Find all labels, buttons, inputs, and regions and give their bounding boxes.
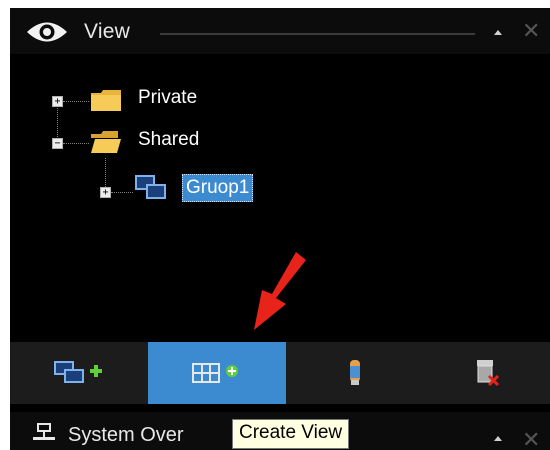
expand-icon[interactable]: + — [52, 96, 63, 107]
collapse-icon[interactable] — [494, 436, 502, 441]
tree-item-label: Gruop1 — [182, 174, 254, 202]
edit-icon — [350, 360, 360, 385]
eye-icon — [27, 22, 67, 42]
add-group-button[interactable] — [10, 342, 148, 404]
panel-title: View — [84, 20, 130, 43]
delete-icon — [477, 360, 500, 387]
add-group-icon — [54, 361, 102, 383]
close-icon[interactable]: ✕ — [522, 427, 540, 450]
view-panel-header: View ✕ — [10, 8, 550, 54]
network-icon — [33, 423, 55, 440]
collapse-node-icon[interactable]: − — [52, 138, 63, 149]
group-icon — [135, 175, 166, 199]
system-overview-title: System Over — [68, 424, 184, 446]
red-arrow-annotation — [254, 252, 306, 330]
view-toolbar — [10, 342, 550, 404]
tree-connector — [57, 101, 58, 143]
close-icon[interactable]: ✕ — [522, 20, 540, 42]
expand-icon[interactable]: + — [100, 187, 111, 198]
header-divider — [160, 33, 475, 35]
tree-connector — [63, 101, 89, 102]
tree-connector — [63, 143, 89, 144]
tooltip: Create View — [232, 419, 350, 449]
open-folder-icon — [91, 131, 121, 153]
create-view-icon — [192, 363, 238, 383]
collapse-icon[interactable] — [494, 30, 502, 35]
tree-item-label: Private — [138, 87, 198, 108]
folder-icon — [91, 90, 121, 111]
view-panel: View ✕ + Private − Shared + Gruop1 Syste… — [10, 8, 550, 450]
tree-connector — [111, 192, 133, 193]
create-view-button[interactable] — [148, 342, 286, 404]
delete-button[interactable] — [424, 342, 550, 404]
tree-item-label: Shared — [138, 129, 200, 150]
edit-button[interactable] — [286, 342, 424, 404]
